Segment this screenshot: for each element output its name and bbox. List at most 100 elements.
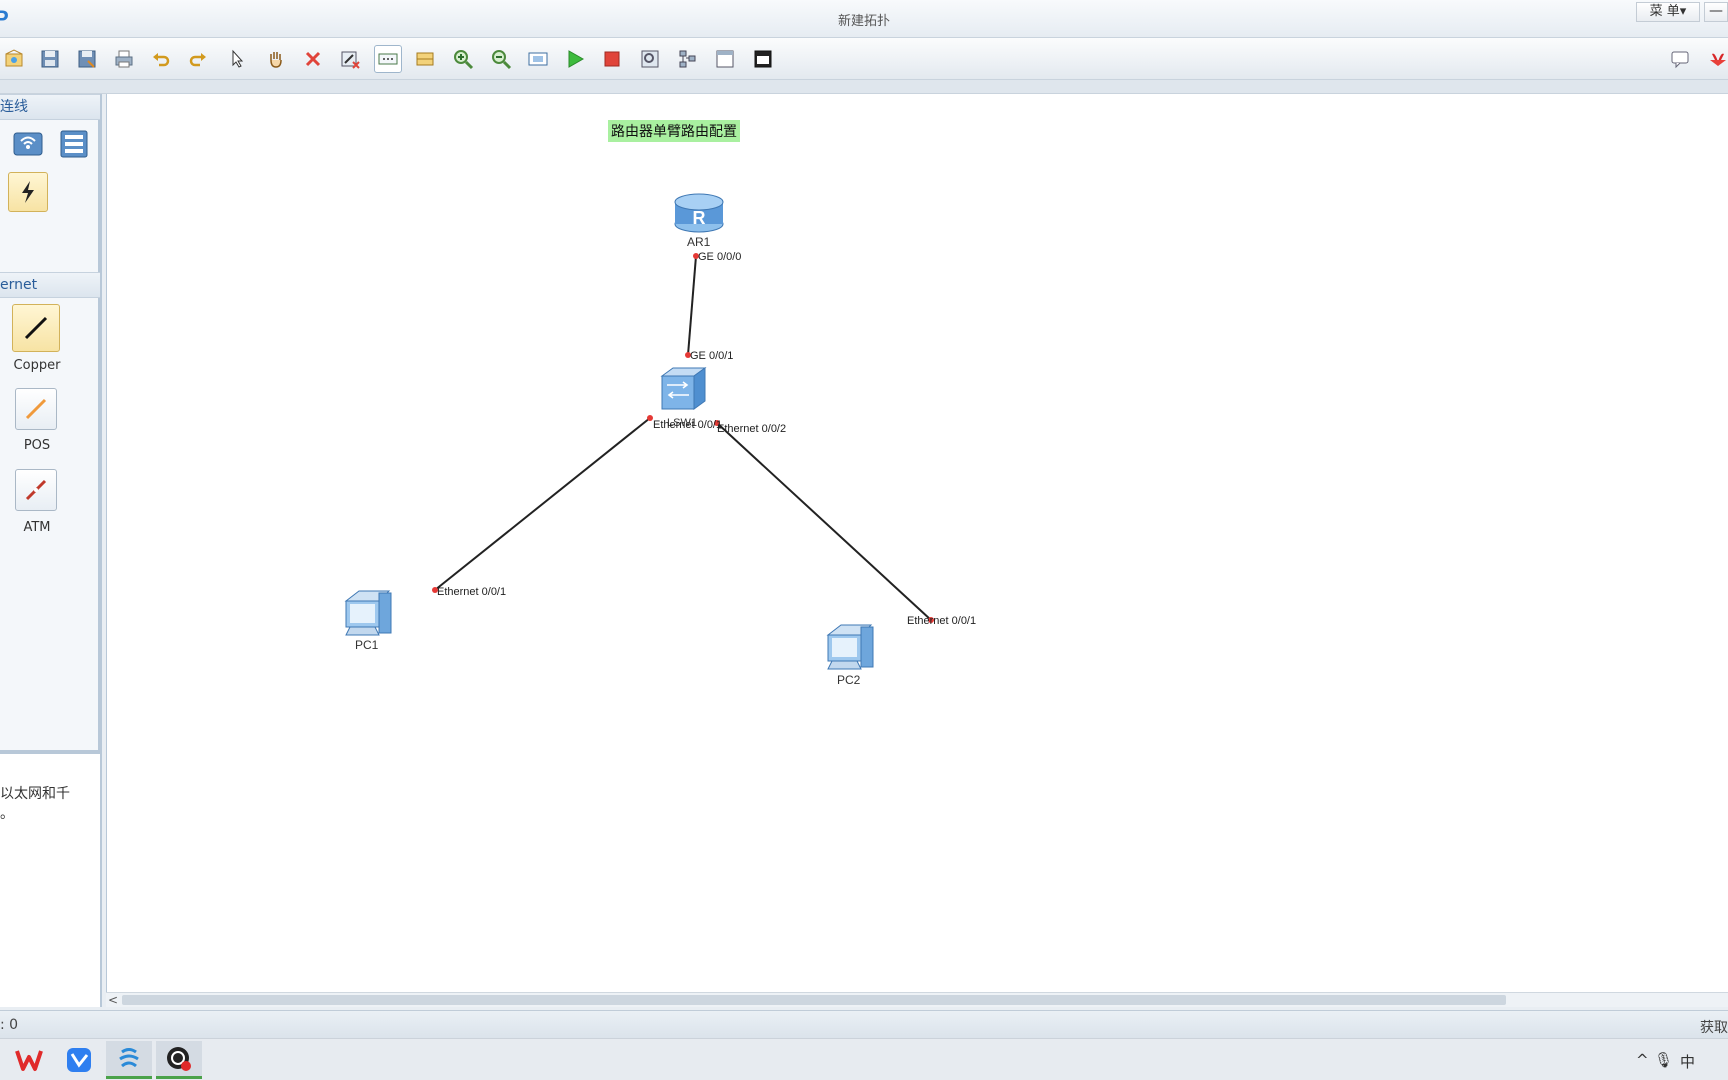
port-label-lsw1-eth002: Ethernet 0/0/2 bbox=[717, 423, 786, 435]
console-icon bbox=[754, 50, 772, 68]
taskbar-ensp[interactable] bbox=[106, 1041, 152, 1079]
port-label-ar1-ge000: GE 0/0/0 bbox=[698, 251, 741, 263]
copper-cable-icon bbox=[24, 316, 48, 340]
lightning-icon bbox=[22, 181, 34, 203]
link-lsw1-pc2[interactable] bbox=[716, 422, 932, 621]
topology-text-note[interactable]: 路由器单臂路由配置 bbox=[608, 120, 740, 142]
status-bar: : 0 获取 bbox=[0, 1010, 1728, 1038]
os-taskbar: ^ 🎙 中 bbox=[0, 1038, 1728, 1080]
topology-drawing: R AR1 LSW1 PC1 PC2 GE 0/0/0 GE 0/0/1 Eth… bbox=[344, 193, 976, 687]
port-label-pc2-eth001: Ethernet 0/0/1 bbox=[907, 615, 976, 627]
port-label-pc1-eth001: Ethernet 0/0/1 bbox=[437, 586, 506, 598]
pc-pc2[interactable] bbox=[826, 624, 874, 670]
print-icon bbox=[115, 50, 133, 68]
pan-tool-button[interactable] bbox=[262, 45, 290, 73]
other-device-tile[interactable] bbox=[54, 124, 94, 164]
console-button[interactable] bbox=[749, 45, 777, 73]
device-label-pc1: PC1 bbox=[355, 638, 379, 652]
switch-lsw1[interactable] bbox=[660, 367, 707, 410]
window-icon bbox=[716, 50, 734, 68]
save-as-icon bbox=[78, 50, 96, 68]
capture-button[interactable] bbox=[636, 45, 664, 73]
tray-overflow-caret[interactable]: ^ bbox=[1636, 1051, 1649, 1069]
save-as-button[interactable] bbox=[73, 45, 101, 73]
port-label-lsw1-ge001: GE 0/0/1 bbox=[690, 350, 733, 362]
text-note-button[interactable] bbox=[374, 45, 402, 73]
section-header-connections[interactable]: 连线 bbox=[0, 94, 100, 120]
microphone-icon[interactable]: 🎙 bbox=[1654, 1051, 1673, 1069]
description-text: 以太网和千 。 bbox=[0, 786, 70, 822]
feishu-icon bbox=[67, 1048, 91, 1072]
description-pane: 以太网和千 。 bbox=[0, 750, 100, 1007]
huawei-logo-button[interactable] bbox=[1704, 45, 1728, 73]
redo-button[interactable] bbox=[184, 45, 212, 73]
link-lsw1-pc1[interactable] bbox=[434, 417, 651, 591]
print-button[interactable] bbox=[110, 45, 138, 73]
stop-device-button[interactable] bbox=[598, 45, 626, 73]
select-tool-button[interactable] bbox=[223, 45, 251, 73]
cable-label-pos: POS bbox=[23, 438, 51, 453]
ensp-window: P 新建拓扑 菜 单▾ — 连线 ernet Copper POS ATM 以太… bbox=[0, 0, 1728, 1080]
fit-view-button[interactable] bbox=[524, 45, 552, 73]
zoom-out-icon bbox=[492, 50, 512, 70]
wireless-device-tile[interactable] bbox=[8, 124, 48, 164]
window-title: 新建拓扑 bbox=[837, 14, 890, 29]
show-hide-panel-button[interactable] bbox=[711, 45, 739, 73]
device-label-pc2: PC2 bbox=[837, 673, 861, 687]
taskbar-obs[interactable] bbox=[156, 1041, 202, 1079]
taskbar-wps[interactable] bbox=[6, 1041, 52, 1079]
wireless-icon bbox=[13, 132, 43, 156]
text-box-icon bbox=[378, 53, 398, 65]
capture-icon bbox=[641, 50, 659, 68]
palette-button[interactable] bbox=[411, 45, 439, 73]
pos-cable-tile[interactable] bbox=[15, 388, 57, 430]
tree-icon bbox=[679, 50, 696, 68]
section-header-ethernet[interactable]: ernet bbox=[0, 272, 100, 298]
copper-cable-tile[interactable] bbox=[12, 304, 60, 352]
scrollbar-thumb[interactable] bbox=[122, 995, 1506, 1005]
minimize-button[interactable]: — bbox=[1704, 2, 1728, 22]
feedback-button[interactable] bbox=[1666, 45, 1694, 73]
status-right-text[interactable]: 获取 bbox=[1700, 1017, 1728, 1037]
topology-grid-button[interactable] bbox=[674, 45, 702, 73]
atm-cable-icon bbox=[25, 479, 47, 501]
device-label-ar1: AR1 bbox=[687, 235, 711, 249]
save-button[interactable] bbox=[36, 45, 64, 73]
pos-cable-icon bbox=[25, 398, 47, 420]
topology-canvas[interactable]: R AR1 LSW1 PC1 PC2 GE 0/0/0 GE 0/0/1 Eth… bbox=[106, 94, 1728, 992]
undo-button[interactable] bbox=[147, 45, 175, 73]
redo-icon bbox=[189, 53, 206, 67]
rack-icon bbox=[60, 130, 88, 158]
home-icon bbox=[5, 49, 23, 67]
pointer-icon bbox=[232, 49, 244, 68]
link-ar1-lsw1[interactable] bbox=[687, 255, 697, 356]
scroll-left-arrow-icon[interactable]: < bbox=[108, 993, 120, 1007]
cable-label-copper: Copper bbox=[13, 358, 61, 373]
zoom-in-button[interactable] bbox=[449, 45, 477, 73]
fit-view-icon bbox=[528, 52, 548, 66]
delete-connection-button[interactable] bbox=[336, 45, 364, 73]
stop-icon bbox=[604, 51, 620, 67]
atm-cable-tile[interactable] bbox=[15, 469, 57, 511]
zoom-in-icon bbox=[454, 50, 474, 70]
toolbar-separator bbox=[0, 80, 1728, 94]
hand-icon bbox=[270, 52, 282, 68]
device-panel: 连线 ernet Copper POS ATM 以太网和千 。 bbox=[0, 94, 102, 1007]
canvas-horizontal-scrollbar[interactable]: < bbox=[106, 992, 1728, 1007]
router-ar1[interactable]: R bbox=[674, 193, 724, 233]
ensp-icon bbox=[119, 1047, 139, 1067]
taskbar-feishu[interactable] bbox=[56, 1041, 102, 1079]
huawei-logo-icon bbox=[1710, 53, 1726, 66]
menu-button[interactable]: 菜 单▾ bbox=[1636, 2, 1700, 22]
status-left-text: : 0 bbox=[0, 1017, 19, 1033]
new-topology-button[interactable] bbox=[0, 45, 28, 73]
save-icon bbox=[41, 50, 59, 68]
delete-button[interactable] bbox=[299, 45, 327, 73]
toolbar bbox=[0, 38, 1728, 80]
start-device-button[interactable] bbox=[561, 45, 589, 73]
play-icon bbox=[568, 50, 585, 68]
zoom-out-button[interactable] bbox=[487, 45, 515, 73]
ime-indicator[interactable]: 中 bbox=[1680, 1051, 1695, 1072]
pc-pc1[interactable] bbox=[344, 590, 392, 636]
auto-connection-tile[interactable] bbox=[8, 172, 48, 212]
